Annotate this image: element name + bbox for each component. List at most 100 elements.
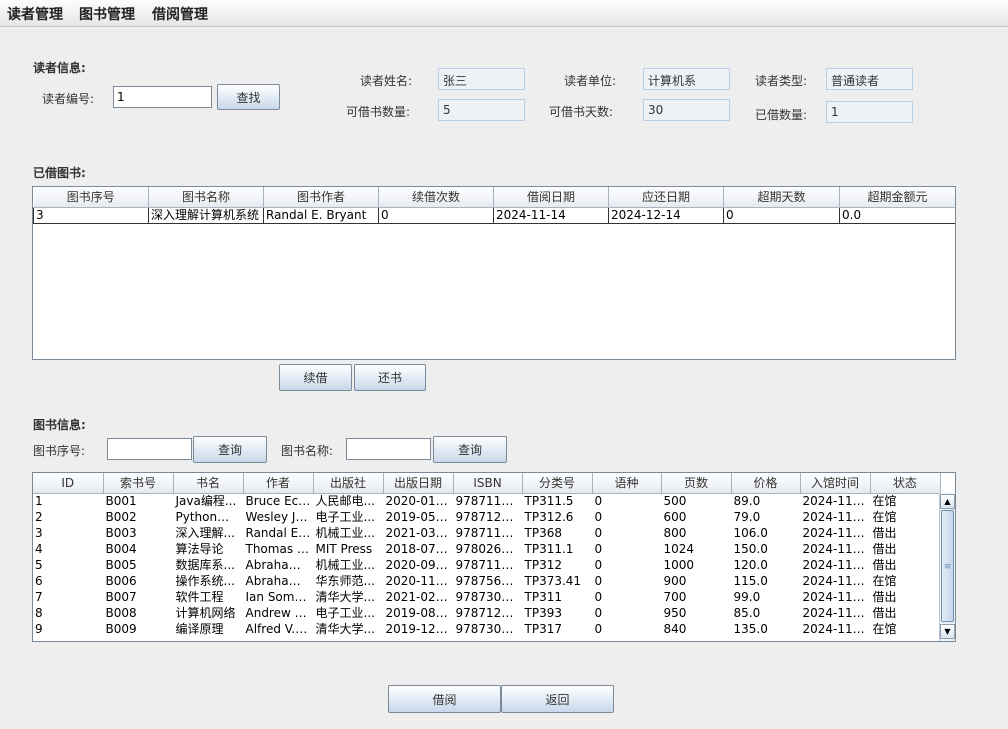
table-cell: 700 [661,589,732,605]
column-header[interactable]: 页数 [661,473,732,494]
table-cell: 97873025... [453,589,523,605]
table-cell: Bruce Eckel [243,493,314,509]
query-name-button[interactable]: 查询 [433,436,507,463]
column-header[interactable]: 入馆时间 [800,473,871,494]
table-cell: 3 [33,206,149,224]
table-cell: 97871213... [453,605,523,621]
table-row[interactable]: 1 B001 Java编程... Bruce Eckel 人民邮电... 2020-01-… [33,493,941,509]
book-serial-input[interactable] [107,438,192,460]
column-header[interactable]: 状态 [870,473,941,494]
table-cell: 2024-11-14 [800,541,871,557]
column-header[interactable]: 超期天数 [723,187,840,208]
column-header[interactable]: 超期金额元 [839,187,955,208]
table-cell: 115.0 [731,573,801,589]
table-cell: 97871213... [453,509,523,525]
table-cell: 0 [592,589,662,605]
table-cell: B009 [103,621,174,637]
column-header[interactable]: 价格 [731,473,801,494]
table-cell: 2020-09-01 [383,557,454,573]
table-row[interactable]: 3 深入理解计算机系统 Randal E. Bryant 0 2024-11-1… [33,206,955,224]
column-header[interactable]: 语种 [592,473,662,494]
column-header[interactable]: ISBN [453,473,523,494]
column-header[interactable]: 续借次数 [378,187,494,208]
max-days-field: 30 [643,99,730,121]
table-cell: 4 [33,541,104,557]
table-cell: 2024-11-14 [800,605,871,621]
table-cell: 0 [723,206,840,224]
table-cell: Andrew S. ... [243,605,314,621]
reader-id-input[interactable] [113,86,212,108]
table-row[interactable]: 5 B005 数据库系... Abraham ... 机械工业... 2020-09-01… [33,557,941,573]
column-header[interactable]: 索书号 [103,473,174,494]
table-cell: 1000 [661,557,732,573]
table-row[interactable]: 9 B009 编译原理 Alfred V. A... 清华大学... 2019-12-01… [33,621,941,637]
column-header[interactable]: 书名 [173,473,244,494]
table-cell: B008 [103,605,174,621]
table-cell: TP311.1 [522,541,593,557]
table-cell: 89.0 [731,493,801,509]
menu-book-management[interactable]: 图书管理 [79,4,135,24]
scroll-thumb[interactable]: ≡ [941,510,954,622]
table-cell: TP311 [522,589,593,605]
column-header[interactable]: 出版社 [313,473,384,494]
table-cell: 借出 [870,557,941,573]
column-header[interactable]: 图书名称 [148,187,264,208]
book-name-input[interactable] [346,438,431,460]
reader-section-title: 读者信息: [33,61,86,75]
column-header[interactable]: 图书作者 [263,187,379,208]
table-row[interactable]: 7 B007 软件工程 Ian Somm... 清华大学... 2021-02-01 978… [33,589,941,605]
table-row[interactable]: 3 B003 深入理解... Randal E. ... 机械工业... 2021-03-… [33,525,941,541]
table-cell: Python核... [173,509,244,525]
scroll-up-icon[interactable]: ▲ [940,494,955,509]
table-row[interactable]: 4 B004 算法导论 Thomas H... MIT Press 2018-07-01 9… [33,541,941,557]
table-cell: 在馆 [870,493,941,509]
table-cell: B003 [103,525,174,541]
menu-reader-management[interactable]: 读者管理 [7,4,63,24]
table-cell: B007 [103,589,174,605]
table-cell: Randal E. Bryant [263,206,379,224]
table-cell: 2 [33,509,104,525]
column-header[interactable]: 应还日期 [608,187,724,208]
table-cell: 清华大学... [313,621,384,637]
table-cell: 0 [592,493,662,509]
book-name-label: 图书名称: [281,444,334,458]
column-header[interactable]: 借阅日期 [493,187,609,208]
back-button[interactable]: 返回 [501,685,614,713]
table-cell: 1 [33,493,104,509]
table-cell: 计算机网络 [173,605,244,621]
table-row[interactable]: 6 B006 操作系统... Abraham ... 华东师范... 2020-11-01… [33,573,941,589]
renew-button[interactable]: 续借 [279,364,352,391]
borrow-button[interactable]: 借阅 [388,685,501,713]
column-header[interactable]: 作者 [243,473,314,494]
column-header[interactable]: ID [33,473,104,494]
table-row[interactable]: 2 B002 Python核... Wesley J. ... 电子工业... 2019-… [33,509,941,525]
column-header[interactable]: 图书序号 [33,187,149,208]
column-header[interactable]: 分类号 [522,473,593,494]
table-cell: 500 [661,493,732,509]
borrowed-section-title: 已借图书: [33,166,86,180]
book-serial-label: 图书序号: [33,444,86,458]
column-header[interactable]: 出版日期 [383,473,454,494]
table-cell: Abraham ... [243,573,314,589]
table-cell: 900 [661,573,732,589]
table-cell: 0 [592,509,662,525]
menu-borrow-management[interactable]: 借阅管理 [152,4,208,24]
book-table-scrollbar[interactable]: ▲ ≡ ▼ [939,493,955,641]
find-reader-button[interactable]: 查找 [217,84,280,110]
table-cell: 2019-12-01 [383,621,454,637]
max-days-label: 可借书天数: [549,105,614,119]
table-cell: 华东师范... [313,573,384,589]
table-cell: 840 [661,621,732,637]
table-cell: B005 [103,557,174,573]
table-cell: 借出 [870,605,941,621]
table-cell: 2019-05-01 [383,509,454,525]
table-cell: 7 [33,589,104,605]
return-book-button[interactable]: 还书 [354,364,426,391]
query-serial-button[interactable]: 查询 [193,436,267,463]
table-row[interactable]: 8B008计算机网络Andrew S. ...电子工业...2019-08-01… [33,605,941,621]
reader-unit-field: 计算机系 [643,68,730,90]
scroll-down-icon[interactable]: ▼ [940,624,955,639]
table-cell: 97871116... [453,525,523,541]
table-cell: 97873024... [453,621,523,637]
table-cell: 借出 [870,589,941,605]
